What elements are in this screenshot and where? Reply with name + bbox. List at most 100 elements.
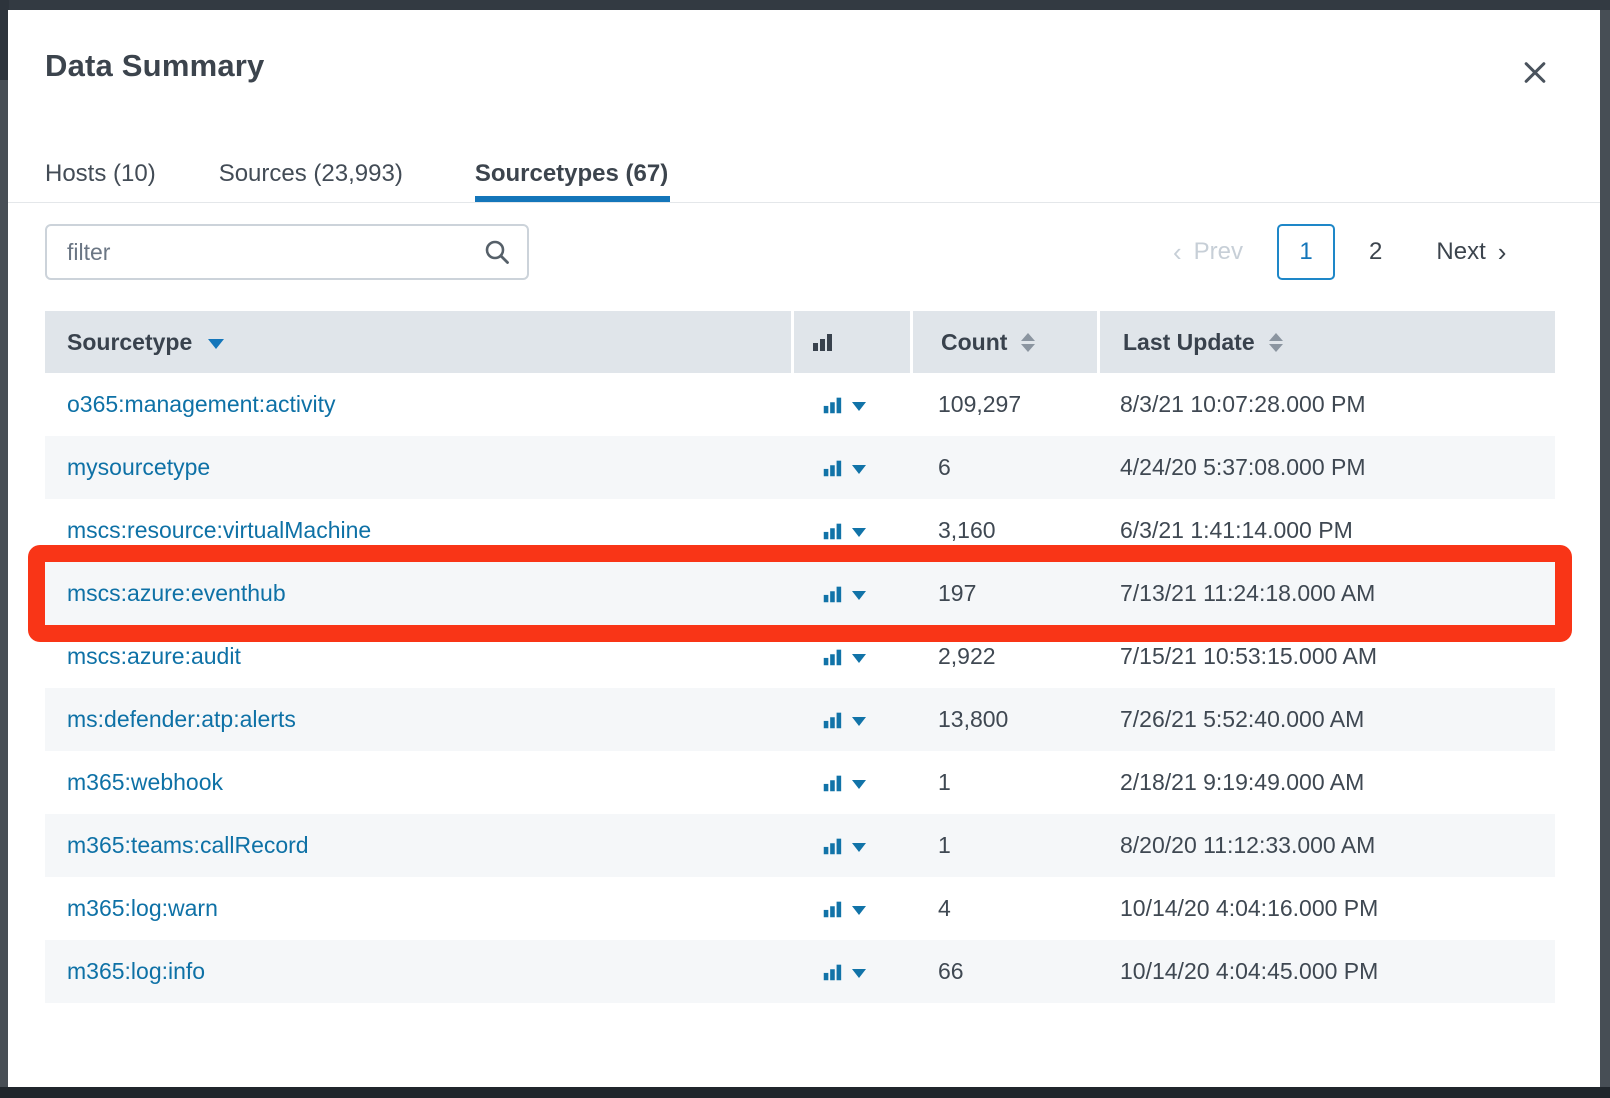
table-row: mysourcetype 6 4/24/20 5:37:08.000 PM xyxy=(45,436,1555,499)
count-cell: 66 xyxy=(938,958,964,984)
last-update-cell: 2/18/21 9:19:49.000 AM xyxy=(1120,769,1365,795)
sourcetypes-table: Sourcetype Count Last Update o365:manage… xyxy=(45,311,1555,1003)
table-row: m365:log:info 66 10/14/20 4:04:45.000 PM xyxy=(45,940,1555,1003)
last-update-cell: 4/24/20 5:37:08.000 PM xyxy=(1120,454,1366,480)
chart-menu-button[interactable] xyxy=(791,562,910,625)
chart-menu-button[interactable] xyxy=(791,625,910,688)
search-icon xyxy=(485,240,509,264)
sourcetype-cell: mscs:resource:virtualMachine xyxy=(45,499,791,562)
count-cell: 13,800 xyxy=(938,706,1009,732)
sourcetype-link[interactable]: m365:webhook xyxy=(67,769,223,796)
pagination-prev-button[interactable]: ‹ Prev xyxy=(1173,237,1243,268)
column-header-sourcetype[interactable]: Sourcetype xyxy=(45,311,791,373)
bar-chart-icon xyxy=(823,586,842,602)
last-update-cell: 6/3/21 1:41:14.000 PM xyxy=(1120,517,1353,543)
tab-sourcetypes[interactable]: Sourcetypes (67) xyxy=(474,146,671,202)
tab-hosts[interactable]: Hosts (10) xyxy=(45,146,156,202)
count-cell: 197 xyxy=(938,580,977,606)
sourcetype-link[interactable]: mysourcetype xyxy=(67,454,210,481)
data-summary-modal: Data Summary Hosts (10) Sources (23,993)… xyxy=(8,10,1600,1087)
pagination-page-2[interactable]: 2 xyxy=(1361,234,1390,270)
filter-input-wrapper xyxy=(45,224,529,280)
bar-chart-icon xyxy=(823,712,842,728)
bar-chart-icon xyxy=(813,334,832,351)
sourcetype-link[interactable]: m365:log:warn xyxy=(67,895,218,922)
caret-down-icon xyxy=(852,842,866,852)
column-header-last-update[interactable]: Last Update xyxy=(1097,311,1555,373)
chart-menu-button[interactable] xyxy=(791,436,910,499)
sort-desc-caret-down-icon xyxy=(208,339,225,349)
count-cell: 3,160 xyxy=(938,517,996,543)
bar-chart-icon xyxy=(823,838,842,854)
background-bottom-bar xyxy=(0,1087,1610,1098)
caret-down-icon xyxy=(852,716,866,726)
caret-down-icon xyxy=(852,905,866,915)
caret-down-icon xyxy=(852,779,866,789)
table-row: ms:defender:atp:alerts 13,800 7/26/21 5:… xyxy=(45,688,1555,751)
divider xyxy=(8,202,1600,203)
next-label: Next xyxy=(1436,238,1486,265)
sourcetype-cell: m365:teams:callRecord xyxy=(45,814,791,877)
chart-menu-button[interactable] xyxy=(791,877,910,940)
chart-menu-button[interactable] xyxy=(791,499,910,562)
caret-down-icon xyxy=(852,527,866,537)
caret-down-icon xyxy=(852,401,866,411)
sourcetype-link[interactable]: mscs:azure:audit xyxy=(67,643,241,670)
table-row: mscs:azure:eventhub 197 7/13/21 11:24:18… xyxy=(45,562,1555,625)
chart-menu-button[interactable] xyxy=(791,751,910,814)
pagination-page-1[interactable]: 1 xyxy=(1277,224,1336,280)
close-button[interactable] xyxy=(1520,58,1550,88)
tab-sources[interactable]: Sources (23,993) xyxy=(219,146,403,202)
sourcetype-cell: o365:management:activity xyxy=(45,373,791,436)
chart-menu-button[interactable] xyxy=(791,814,910,877)
count-cell: 2,922 xyxy=(938,643,996,669)
sourcetype-link[interactable]: m365:teams:callRecord xyxy=(67,832,309,859)
sort-toggle-icon xyxy=(1268,332,1283,352)
page-title: Data Summary xyxy=(45,48,265,83)
count-cell: 4 xyxy=(938,895,951,921)
count-cell: 1 xyxy=(938,832,951,858)
pagination-next-button[interactable]: Next › xyxy=(1436,237,1506,268)
bar-chart-icon xyxy=(823,649,842,665)
screen: Data Summary Hosts (10) Sources (23,993)… xyxy=(0,0,1610,1098)
column-header-chart xyxy=(791,311,910,373)
chart-menu-button[interactable] xyxy=(791,940,910,1003)
sourcetype-link[interactable]: mscs:resource:virtualMachine xyxy=(67,517,371,544)
last-update-cell: 7/15/21 10:53:15.000 AM xyxy=(1120,643,1378,669)
table-row: mscs:resource:virtualMachine 3,160 6/3/2… xyxy=(45,499,1555,562)
sourcetype-cell: ms:defender:atp:alerts xyxy=(45,688,791,751)
caret-down-icon xyxy=(852,653,866,663)
chart-menu-button[interactable] xyxy=(791,688,910,751)
column-header-count[interactable]: Count xyxy=(910,311,1097,373)
sort-toggle-icon xyxy=(1021,332,1036,352)
prev-label: Prev xyxy=(1193,238,1244,265)
table-header-row: Sourcetype Count Last Update xyxy=(45,311,1555,373)
sourcetype-link[interactable]: m365:log:info xyxy=(67,958,205,985)
sourcetype-cell: mscs:azure:eventhub xyxy=(45,562,791,625)
sourcetype-link[interactable]: mscs:azure:eventhub xyxy=(67,580,286,607)
sourcetype-cell: mysourcetype xyxy=(45,436,791,499)
bar-chart-icon xyxy=(823,964,842,980)
last-update-cell: 10/14/20 4:04:16.000 PM xyxy=(1120,895,1379,921)
last-update-cell: 10/14/20 4:04:45.000 PM xyxy=(1120,958,1379,984)
tab-bar: Hosts (10) Sources (23,993) Sourcetypes … xyxy=(45,146,671,202)
table-row: m365:webhook 1 2/18/21 9:19:49.000 AM xyxy=(45,751,1555,814)
table-row: m365:teams:callRecord 1 8/20/20 11:12:33… xyxy=(45,814,1555,877)
caret-down-icon xyxy=(852,590,866,600)
sourcetype-link[interactable]: ms:defender:atp:alerts xyxy=(67,706,296,733)
chevron-left-icon: ‹ xyxy=(1173,236,1182,267)
pagination: ‹ Prev 1 2 Next › xyxy=(1173,224,1506,280)
last-update-cell: 7/13/21 11:24:18.000 AM xyxy=(1120,580,1376,606)
sourcetype-link[interactable]: o365:management:activity xyxy=(67,391,336,418)
table-row: o365:management:activity 109,297 8/3/21 … xyxy=(45,373,1555,436)
table-row: mscs:azure:audit 2,922 7/15/21 10:53:15.… xyxy=(45,625,1555,688)
filter-input[interactable] xyxy=(47,226,483,278)
chart-menu-button[interactable] xyxy=(791,373,910,436)
bar-chart-icon xyxy=(823,397,842,413)
caret-down-icon xyxy=(852,968,866,978)
sourcetype-cell: m365:log:info xyxy=(45,940,791,1003)
last-update-cell: 8/3/21 10:07:28.000 PM xyxy=(1120,391,1366,417)
background-top-bar xyxy=(0,0,1610,10)
sourcetype-cell: m365:webhook xyxy=(45,751,791,814)
bar-chart-icon xyxy=(823,901,842,917)
